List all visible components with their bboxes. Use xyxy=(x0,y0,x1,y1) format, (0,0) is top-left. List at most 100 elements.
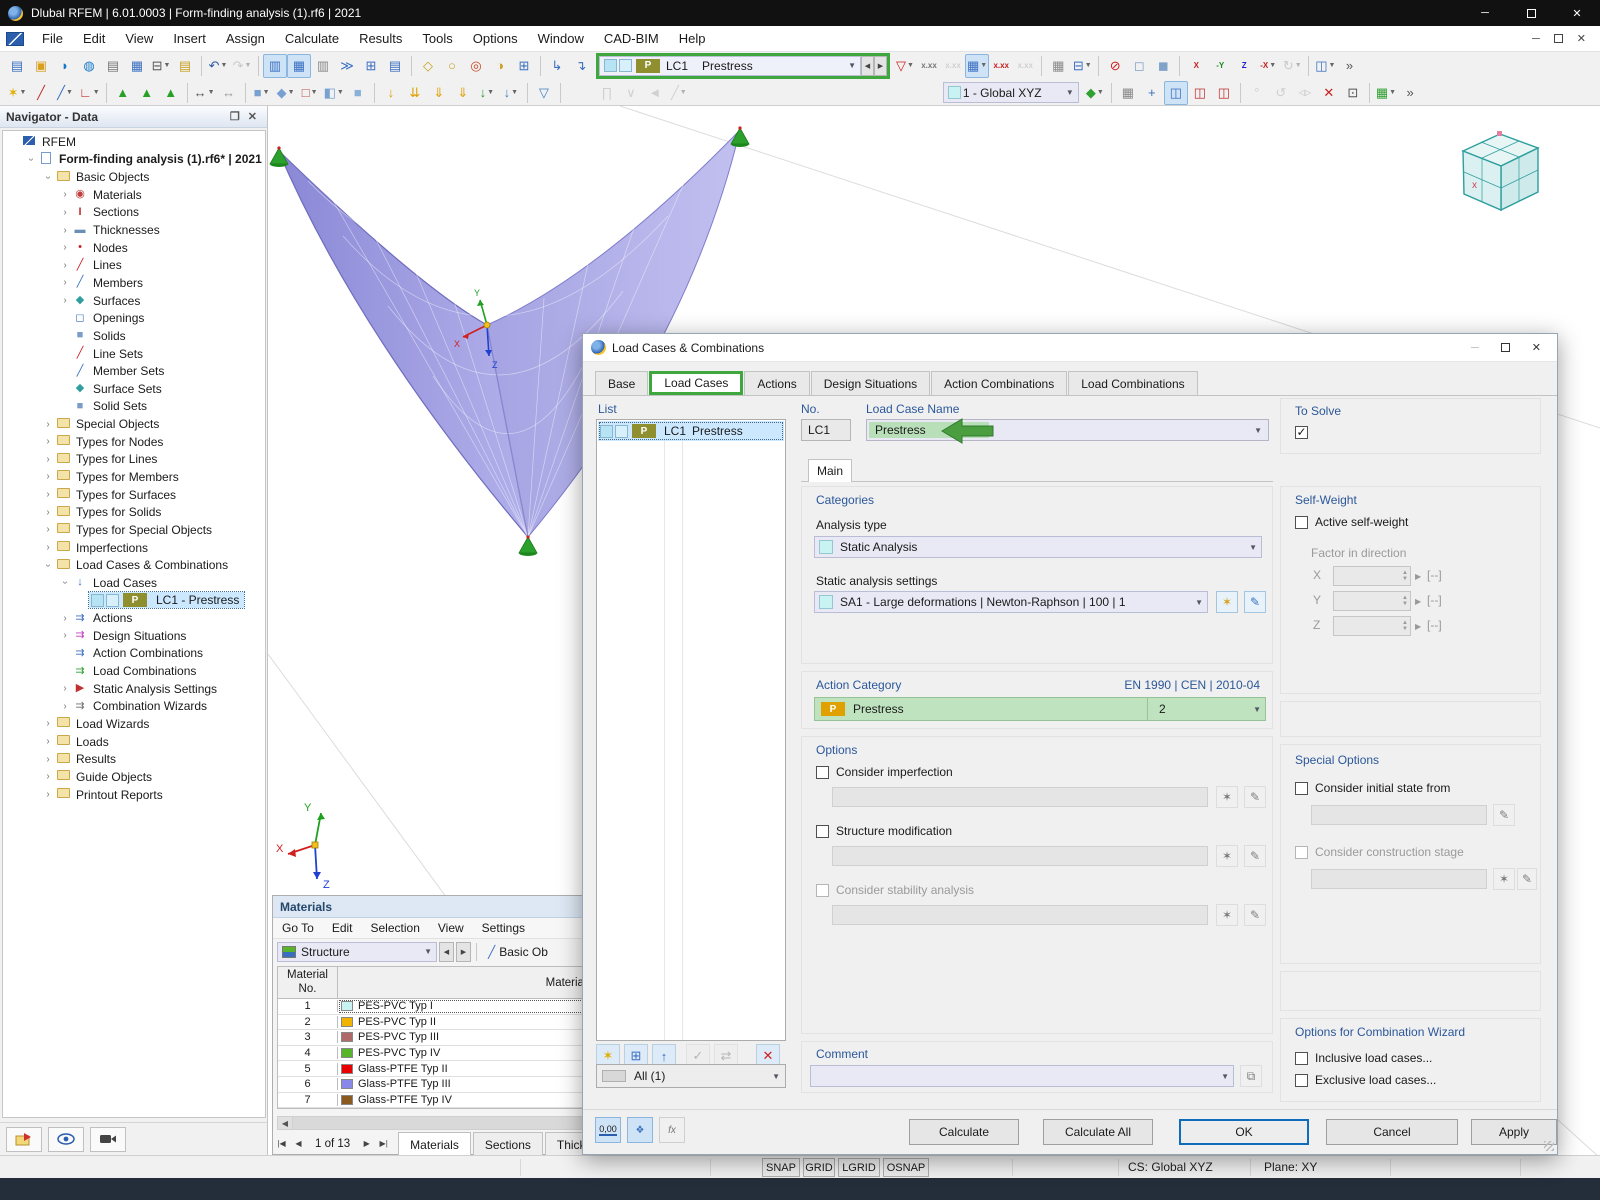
new-member-button[interactable]: ╱ ▼ xyxy=(53,81,77,105)
select-lasso-button[interactable]: ◑ xyxy=(488,54,512,78)
dropdown-arrow-icon[interactable]: ▼ xyxy=(220,62,227,69)
comment-copy-button[interactable]: ⧉ xyxy=(1240,1065,1262,1087)
panel-console-button[interactable]: ≫ xyxy=(335,54,359,78)
load-case-number-field[interactable]: LC1 xyxy=(801,419,851,441)
panel-navigator-button[interactable]: ▥ xyxy=(263,53,287,78)
menu-window[interactable]: Window xyxy=(528,26,594,52)
next-load-case-button[interactable]: ▶ xyxy=(874,55,887,76)
tree-item-surface-sets[interactable]: ◆ Surface Sets xyxy=(3,380,265,398)
dropdown-arrow-icon[interactable]: ▼ xyxy=(66,89,73,96)
new-solid-button[interactable]: ■ xyxy=(346,81,370,105)
filter-loads-button[interactable]: ▽ ▼ xyxy=(893,54,917,78)
tree-item-form-finding-analysis-1-rf6-2021[interactable]: › Form-finding analysis (1).rf6* | 2021 xyxy=(3,151,265,169)
to-solve-checkbox[interactable] xyxy=(1295,426,1308,439)
tree-chevron-icon[interactable]: › xyxy=(41,454,55,465)
panel-sc-button[interactable]: ⊞ xyxy=(359,54,383,78)
tree-item-surfaces[interactable]: › ◆ Surfaces xyxy=(3,292,265,310)
view-z-button[interactable]: Z xyxy=(1232,54,1256,78)
menu-cad-bim[interactable]: CAD-BIM xyxy=(594,26,669,52)
tree-chevron-icon[interactable]: › xyxy=(41,524,55,535)
cancel-button[interactable]: Cancel xyxy=(1326,1119,1458,1145)
tree-item-lines[interactable]: › ╱ Lines xyxy=(3,256,265,274)
view-minus-y-button[interactable]: -Y xyxy=(1208,54,1232,78)
active-self-weight-checkbox[interactable] xyxy=(1295,515,1308,529)
menu-view[interactable]: View xyxy=(115,26,163,52)
tree-chevron-icon[interactable]: › xyxy=(41,471,55,482)
tree-item-load-wizards[interactable]: › Load Wizards xyxy=(3,715,265,733)
insert-line-button[interactable]: ↴ xyxy=(569,54,593,78)
tree-item-design-situations[interactable]: › ⇉ Design Situations xyxy=(3,627,265,645)
load-table-button[interactable]: ▦ ▼ xyxy=(965,53,990,78)
tree-item-basic-objects[interactable]: › Basic Objects xyxy=(3,168,265,186)
result-values-button[interactable]: x.xx xyxy=(989,54,1013,78)
new-line-load-button[interactable]: ↓ ▼ xyxy=(475,81,499,105)
dialog-maximize-button[interactable] xyxy=(1500,343,1510,352)
work-plane-button[interactable]: ◆ ▼ xyxy=(1083,81,1107,105)
tree-chevron-icon[interactable]: › xyxy=(41,507,55,518)
tree-chevron-icon[interactable]: › xyxy=(26,152,37,166)
new-nodal-load-button[interactable]: ↓ xyxy=(379,81,403,105)
dialog-tab-design-situations[interactable]: Design Situations xyxy=(810,371,931,395)
dropdown-arrow-icon[interactable]: ▼ xyxy=(311,89,318,96)
units-settings-button[interactable]: 0,00 xyxy=(595,1117,621,1143)
calculation-button[interactable]: ⊟ ▼ xyxy=(1070,54,1094,78)
open-model-button[interactable]: ▣ xyxy=(29,54,53,78)
structure-modification-checkbox[interactable] xyxy=(816,824,829,838)
next-table-button[interactable]: ▶ xyxy=(456,941,471,962)
menu-edit[interactable]: Edit xyxy=(73,26,115,52)
tree-item-load-cases-combinations[interactable]: › Load Cases & Combinations xyxy=(3,556,265,574)
dropdown-arrow-icon[interactable]: ▼ xyxy=(980,62,987,69)
load-case-list[interactable]: P LC1 Prestress xyxy=(596,419,786,1041)
tree-chevron-icon[interactable]: › xyxy=(41,771,55,782)
select-polygon-button[interactable]: ◇ xyxy=(416,54,440,78)
new-nurbs-surface-button[interactable]: ◆ ▼ xyxy=(274,81,298,105)
new-line-button[interactable]: ╱ xyxy=(29,81,53,105)
save-button[interactable]: ▦ xyxy=(125,54,149,78)
new-member-load-button[interactable]: ⇊ xyxy=(403,81,427,105)
tree-chevron-icon[interactable]: › xyxy=(41,489,55,500)
select-box-button[interactable]: ⊞ xyxy=(512,54,536,78)
dropdown-arrow-icon[interactable]: ▼ xyxy=(907,62,914,69)
table-panel-button[interactable]: ▦ ▼ xyxy=(1374,81,1398,105)
load-case-combo[interactable]: P LC1 Prestress ▼ xyxy=(599,55,861,76)
plane-yz-button[interactable]: ◫ xyxy=(1188,81,1212,105)
new-from-template-button[interactable]: ▤ xyxy=(173,54,197,78)
tree-chevron-icon[interactable]: › xyxy=(58,683,72,694)
camera-navigator-tab[interactable] xyxy=(90,1126,126,1152)
dropdown-arrow-icon[interactable]: ▼ xyxy=(1269,62,1276,69)
structure-combo[interactable]: Structure ▼ xyxy=(277,941,437,962)
dropdown-arrow-icon[interactable]: ▼ xyxy=(1295,62,1302,69)
view-isometric-button[interactable]: ◫ ▼ xyxy=(1313,54,1337,78)
new-model-button[interactable]: ▤ xyxy=(5,54,29,78)
tree-item-solid-sets[interactable]: ■ Solid Sets xyxy=(3,398,265,416)
tree-item-guide-objects[interactable]: › Guide Objects xyxy=(3,768,265,786)
view-minus-x-button[interactable]: -X ▼ xyxy=(1256,54,1280,78)
tree-item-solids[interactable]: ■ Solids xyxy=(3,327,265,345)
new-line-support-button[interactable]: ▲ xyxy=(135,81,159,105)
grid-origin-button[interactable]: + xyxy=(1140,81,1164,105)
dropdown-arrow-icon[interactable]: ▼ xyxy=(93,89,100,96)
tree-item-nodes[interactable]: › • Nodes xyxy=(3,239,265,257)
save-results-button[interactable]: ▦ xyxy=(1046,54,1070,78)
print-button[interactable]: ⊟ ▼ xyxy=(149,54,173,78)
materials-menu-view[interactable]: View xyxy=(429,921,473,935)
tree-item-member-sets[interactable]: ╱ Member Sets xyxy=(3,362,265,380)
insert-node-button[interactable]: ↳ xyxy=(545,54,569,78)
prev-page-button[interactable]: ◀ xyxy=(290,1139,307,1148)
consider-imperfection-checkbox[interactable] xyxy=(816,765,829,779)
menu-insert[interactable]: Insert xyxy=(163,26,216,52)
dialog-tab-actions[interactable]: Actions xyxy=(744,371,810,395)
osnap-toggle[interactable]: OSNAP xyxy=(883,1158,929,1177)
last-page-button[interactable]: ▶| xyxy=(375,1139,392,1148)
tree-chevron-icon[interactable]: › xyxy=(58,295,72,306)
new-dimension-2-button[interactable]: ↔ xyxy=(217,81,241,105)
new-surface-support-button[interactable]: ▲ xyxy=(159,81,183,105)
new-node-button[interactable]: ✶ ▼ xyxy=(5,81,29,105)
dialog-title-bar[interactable]: Load Cases & Combinations ─ ✕ xyxy=(583,334,1557,362)
table-tab-sections[interactable]: Sections xyxy=(472,1132,543,1156)
view-cube-button[interactable]: ◻ xyxy=(1127,54,1151,78)
panel-tables-button[interactable]: ▦ xyxy=(287,53,311,78)
tree-item-action-combinations[interactable]: ⇉ Action Combinations xyxy=(3,645,265,663)
tree-item-sections[interactable]: › I Sections xyxy=(3,204,265,222)
dialog-tab-load-cases[interactable]: Load Cases xyxy=(649,371,744,395)
